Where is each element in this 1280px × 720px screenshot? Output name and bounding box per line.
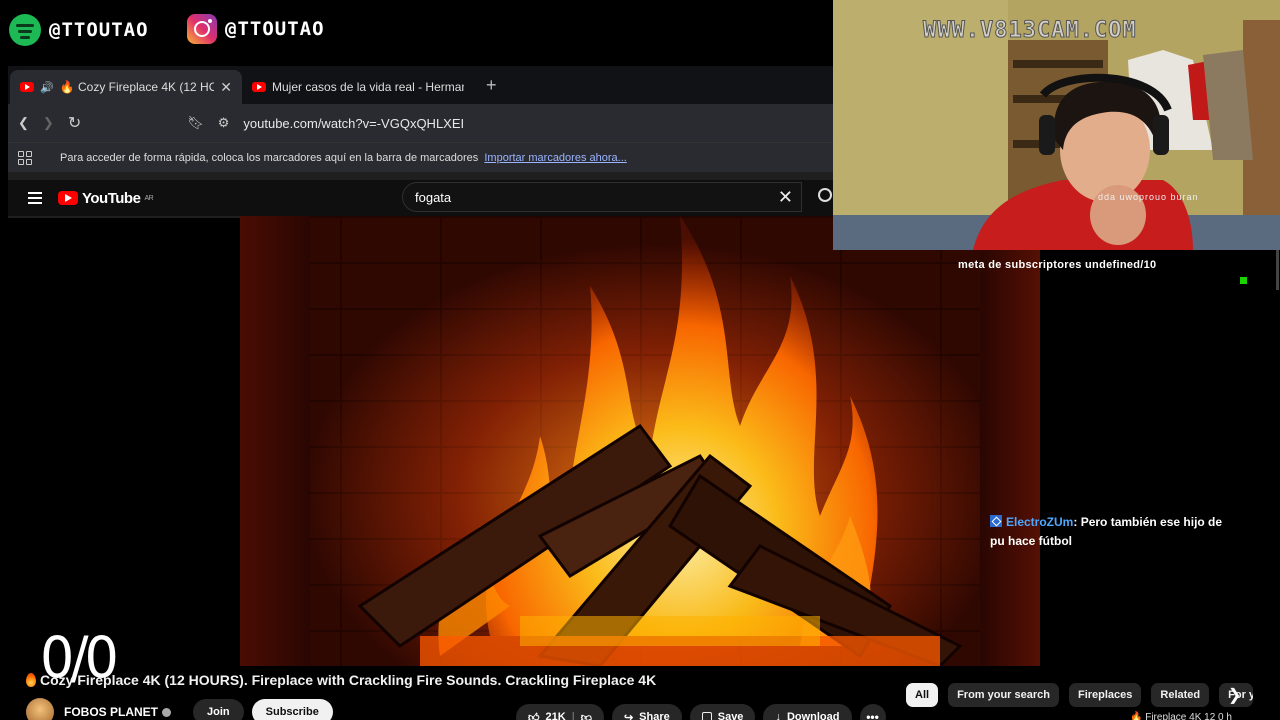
scrollbar[interactable] — [1276, 250, 1279, 290]
webcam-overlay: WWW.V813CAM.COM dda uwoprouo buran — [833, 0, 1280, 250]
burning-logs — [357, 423, 963, 666]
chip-from-your-search[interactable]: From your search — [948, 683, 1059, 707]
bookmark-icon[interactable]: 🔖︎ — [187, 115, 204, 131]
recommended-video-title[interactable]: 🔥 Fireplace 4K 12 0 h — [1130, 712, 1232, 720]
clear-search-icon[interactable]: ✕ — [778, 187, 793, 208]
spotify-handle-text: @TTOUTAO — [49, 19, 149, 41]
channel-name[interactable]: FOBOS PLANET — [64, 705, 158, 719]
bookmarks-bar: Para acceder de forma rápida, coloca los… — [8, 142, 834, 172]
close-tab-icon[interactable]: ✕ — [220, 79, 232, 96]
recommendation-chips: All From your search Fireplaces Related … — [906, 683, 1254, 707]
chip-fireplaces[interactable]: Fireplaces — [1068, 683, 1142, 707]
goal-indicator-icon — [1240, 277, 1247, 284]
join-button[interactable]: Join — [193, 699, 244, 720]
address-bar[interactable]: 🔖︎ ⚙︎ youtube.com/watch?v=-VGQxQHLXEI — [187, 115, 464, 131]
chat-badge-icon — [990, 515, 1002, 527]
channel-row: FOBOS PLANET Join Subscribe — [26, 698, 333, 720]
instagram-icon — [187, 14, 217, 44]
thumbs-up-icon: 👍︎ — [528, 711, 540, 720]
instagram-handle: @TTOUTAO — [187, 14, 325, 44]
tab-mujer-casos[interactable]: Mujer casos de la vida real - Herman — [242, 70, 474, 104]
spotify-icon — [9, 14, 41, 46]
chip-related[interactable]: Related — [1151, 683, 1210, 707]
search-input[interactable]: fogata ✕ — [402, 182, 802, 212]
fire-icon — [26, 673, 36, 687]
video-title: Cozy Fireplace 4K (12 HOURS). Fireplace … — [26, 672, 656, 688]
save-icon — [701, 712, 712, 720]
share-icon: ↪ — [623, 711, 634, 720]
spotify-handle: @TTOUTAO — [9, 14, 149, 46]
search-query: fogata — [415, 189, 452, 205]
tab-cozy-fireplace[interactable]: 🔊 🔥 Cozy Fireplace 4K (12 HOU ✕ — [10, 70, 242, 104]
chat-username: ElectroZUm — [1006, 515, 1074, 529]
subscriber-goal: meta de subscriptores undefined/10 — [958, 259, 1157, 271]
browser-toolbar: ❮ ❯ ↻ 🔖︎ ⚙︎ youtube.com/watch?v=-VGQxQHL… — [8, 104, 834, 142]
tab-label: Mujer casos de la vida real - Herman — [272, 80, 464, 94]
chip-all[interactable]: All — [906, 683, 939, 707]
youtube-logo[interactable]: YouTube AR — [58, 190, 154, 207]
reload-icon[interactable]: ↻ — [68, 113, 81, 133]
download-icon: ↓ — [775, 711, 781, 720]
import-bookmarks-link[interactable]: Importar marcadores ahora... — [484, 152, 626, 164]
chat-message: ElectroZUm: Pero también ese hijo de pu … — [990, 513, 1240, 551]
back-icon[interactable]: ❮ — [18, 115, 29, 131]
video-actions: 👍︎ 21K | 👎︎ ↪ Share Save ↓ Download ••• — [516, 704, 886, 720]
stream-screen: @TTOUTAO @TTOUTAO 🔊 🔥 Cozy Fireplace 4K … — [0, 0, 1280, 720]
youtube-favicon-icon — [252, 82, 266, 92]
video-player[interactable] — [240, 216, 1040, 666]
site-info-icon[interactable]: ⚙︎ — [218, 115, 230, 131]
youtube-favicon-icon — [20, 82, 34, 92]
apps-icon[interactable] — [18, 150, 32, 165]
youtube-header: YouTube AR fogata ✕ — [8, 180, 834, 216]
menu-icon[interactable] — [28, 192, 42, 204]
forward-icon[interactable]: ❯ — [43, 115, 54, 131]
subscribe-button[interactable]: Subscribe — [251, 699, 333, 720]
download-button[interactable]: ↓ Download — [763, 704, 852, 720]
bookmarks-hint: Para acceder de forma rápida, coloca los… — [60, 151, 627, 164]
cam-watermark: WWW.V813CAM.COM — [923, 18, 1137, 44]
new-tab-icon[interactable]: + — [474, 75, 509, 104]
tab-label: 🔥 Cozy Fireplace 4K (12 HOU — [59, 80, 215, 94]
more-options-icon[interactable]: ••• — [859, 704, 886, 720]
tab-bar: 🔊 🔥 Cozy Fireplace 4K (12 HOU ✕ Mujer ca… — [8, 66, 834, 104]
avatar[interactable] — [26, 698, 54, 720]
instagram-handle-text: @TTOUTAO — [225, 18, 325, 40]
url-text: youtube.com/watch?v=-VGQxQHLXEI — [243, 115, 465, 131]
like-button[interactable]: 👍︎ 21K | 👎︎ — [516, 704, 604, 720]
verified-icon — [162, 707, 172, 717]
youtube-play-icon — [58, 191, 78, 205]
cam-signature: dda uwoprouo buran — [1098, 192, 1199, 202]
thumbs-down-icon[interactable]: 👎︎ — [581, 711, 592, 720]
save-button[interactable]: Save — [689, 704, 756, 720]
speaker-icon: 🔊 — [40, 81, 54, 94]
chevron-right-icon[interactable]: ❯ — [1228, 685, 1241, 705]
search-icon[interactable] — [818, 188, 832, 202]
share-button[interactable]: ↪ Share — [611, 704, 682, 720]
